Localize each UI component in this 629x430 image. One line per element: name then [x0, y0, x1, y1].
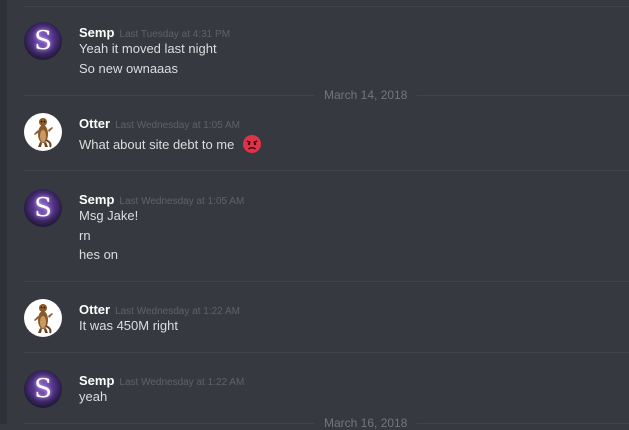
- timestamp: Last Wednesday at 1:22 AM: [119, 377, 245, 388]
- otter-icon: [34, 118, 53, 148]
- letter-s-icon: S: [34, 26, 52, 56]
- message-line: yeah: [79, 389, 108, 404]
- angry-face-emoji-icon: [242, 134, 262, 157]
- left-scroll-strip: [0, 0, 7, 424]
- message-header: Otter Last Wednesday at 1:22 AM: [79, 299, 240, 318]
- timestamp: Last Wednesday at 1:22 AM: [115, 306, 240, 317]
- avatar[interactable]: [24, 113, 62, 151]
- letter-s-icon: S: [34, 193, 52, 223]
- timestamp: Last Wednesday at 1:05 AM: [119, 196, 245, 207]
- username[interactable]: Semp: [79, 373, 114, 388]
- date-separator: March 14, 2018: [24, 88, 629, 102]
- message-line: hes on: [79, 247, 119, 262]
- username[interactable]: Otter: [79, 116, 110, 131]
- message-line: What about site debt to me: [79, 134, 262, 157]
- letter-s-icon: S: [34, 374, 52, 404]
- message-line: Yeah it moved last night: [79, 41, 217, 56]
- username[interactable]: Semp: [79, 25, 114, 40]
- message-divider: [24, 170, 629, 171]
- date-label: March 14, 2018: [314, 88, 418, 102]
- avatar[interactable]: S: [24, 22, 62, 60]
- message-header: Otter Last Wednesday at 1:05 AM: [79, 113, 240, 132]
- message-line: rn: [79, 228, 91, 243]
- timestamp: Last Wednesday at 1:05 AM: [115, 120, 240, 131]
- message-divider: [24, 352, 629, 353]
- avatar[interactable]: [24, 299, 62, 337]
- date-label: March 16, 2018: [314, 416, 418, 430]
- message-line: It was 450M right: [79, 318, 178, 333]
- username[interactable]: Otter: [79, 302, 110, 317]
- date-separator: March 16, 2018: [24, 416, 629, 430]
- message-line: So new ownaaas: [79, 61, 179, 76]
- username[interactable]: Semp: [79, 192, 114, 207]
- message-line: Msg Jake!: [79, 208, 139, 223]
- avatar[interactable]: S: [24, 370, 62, 408]
- message-header: Semp Last Wednesday at 1:22 AM: [79, 370, 244, 389]
- otter-icon: [34, 304, 53, 334]
- message-header: Semp Last Wednesday at 1:05 AM: [79, 189, 244, 208]
- avatar[interactable]: S: [24, 189, 62, 227]
- message-header: Semp Last Tuesday at 4:31 PM: [79, 22, 230, 41]
- message-divider: [24, 281, 629, 282]
- message-divider: [24, 6, 629, 7]
- timestamp: Last Tuesday at 4:31 PM: [119, 29, 231, 40]
- message-text: What about site debt to me: [79, 136, 235, 152]
